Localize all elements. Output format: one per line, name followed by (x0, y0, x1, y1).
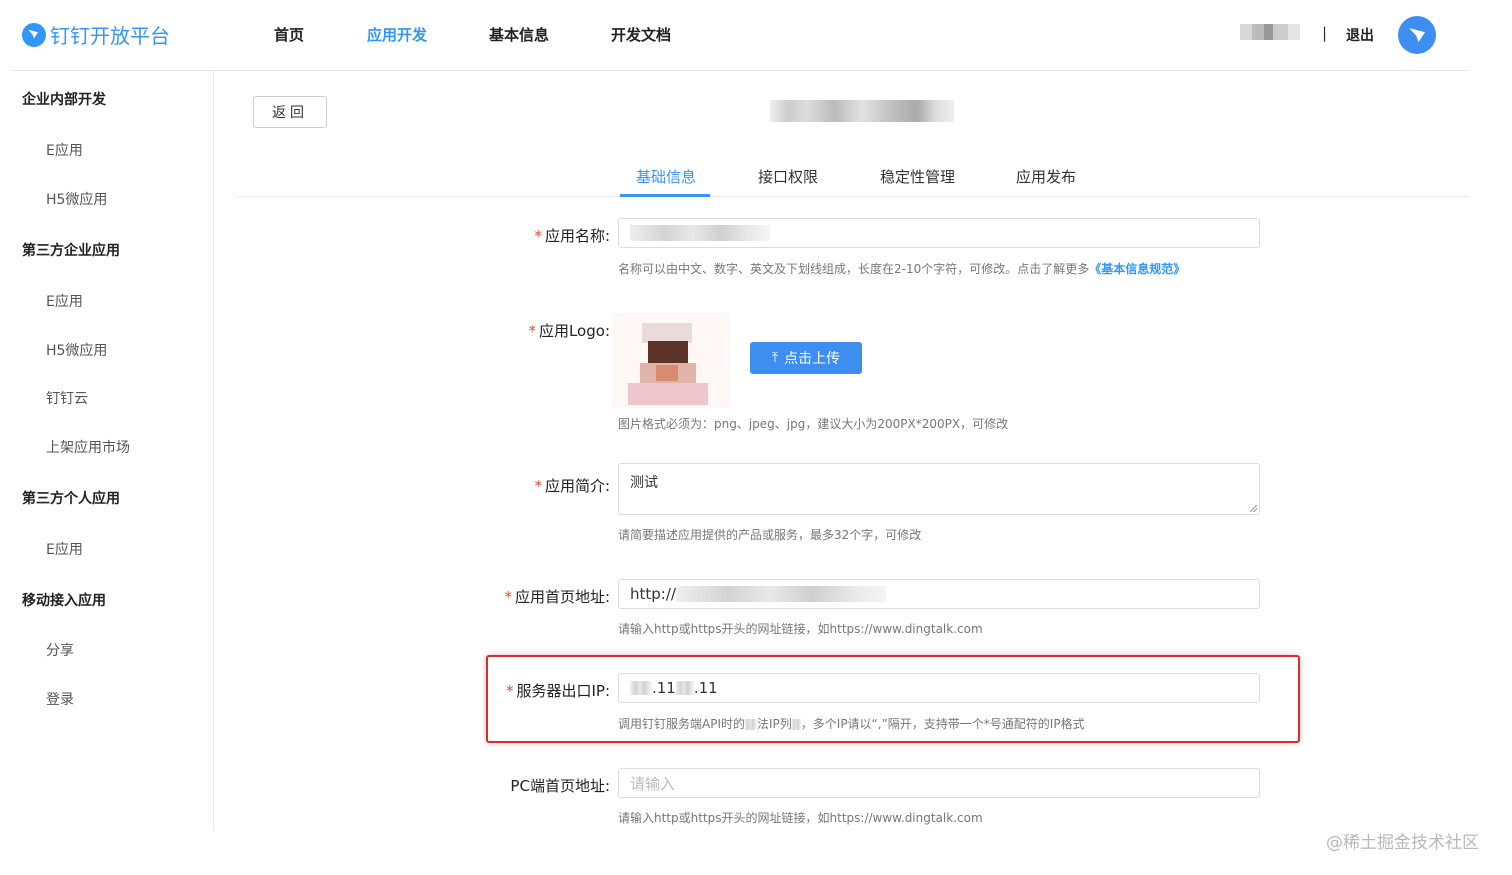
app-intro-textarea[interactable]: 测试 (618, 463, 1260, 515)
nav-dev-docs[interactable]: 开发文档 (611, 24, 671, 45)
ip-part-blurred-2 (675, 681, 694, 695)
basic-info-spec-link[interactable]: 《基本信息规范》 (1089, 262, 1185, 276)
server-ip-value-b: .11 (693, 679, 718, 697)
header-separator: | (1322, 24, 1328, 42)
app-logo-image (612, 313, 730, 408)
sidebar-item-market[interactable]: 上架应用市场 (46, 437, 130, 457)
active-tab-indicator (620, 194, 710, 197)
tab-stability[interactable]: 稳定性管理 (880, 166, 955, 187)
brand-name: 钉钉开放平台 (50, 24, 170, 48)
ip-part-blurred (630, 681, 652, 695)
homepage-label: * 应用首页地址: (504, 588, 610, 606)
user-avatar[interactable] (1398, 16, 1436, 54)
pc-homepage-placeholder: 请输入 (630, 774, 676, 793)
sidebar-item-third-h5[interactable]: H5微应用 (46, 340, 107, 360)
pc-homepage-input[interactable]: 请输入 (618, 768, 1260, 798)
server-ip-label: * 服务器出口IP: (505, 682, 610, 700)
tab-basic-info[interactable]: 基础信息 (636, 166, 696, 187)
server-ip-value-a: .11 (652, 679, 676, 697)
app-intro-hint: 请简要描述应用提供的产品或服务，最多32个字，可修改 (618, 528, 922, 542)
upload-icon: ⤒ (771, 350, 779, 366)
server-ip-input[interactable]: .11 .11 (618, 673, 1260, 703)
homepage-input[interactable]: http:// (618, 579, 1260, 609)
sidebar-item-dingcloud[interactable]: 钉钉云 (46, 388, 88, 408)
upload-button-label: 点击上传 (784, 351, 841, 367)
sidebar-item-third-eapp[interactable]: E应用 (46, 291, 83, 311)
username-blurred (1240, 24, 1300, 40)
nav-home[interactable]: 首页 (274, 24, 304, 45)
homepage-value: http:// (630, 585, 676, 603)
pc-homepage-label: PC端首页地址: (510, 777, 610, 795)
pc-homepage-hint: 请输入http或https开头的网址链接，如https://www.dingta… (618, 811, 983, 825)
sidebar-item-share[interactable]: 分享 (46, 640, 74, 660)
homepage-value-blurred (675, 586, 886, 602)
sidebar-item-internal-h5[interactable]: H5微应用 (46, 189, 107, 209)
app-name-value-blurred (630, 225, 770, 241)
tab-publish[interactable]: 应用发布 (1016, 166, 1076, 187)
sidebar-item-internal-eapp[interactable]: E应用 (46, 140, 83, 160)
app-title-blurred (770, 100, 954, 122)
app-name-input[interactable] (618, 218, 1260, 248)
nav-basic-info[interactable]: 基本信息 (489, 24, 549, 45)
upload-button[interactable]: ⤒ 点击上传 (750, 342, 862, 374)
tab-api-permissions[interactable]: 接口权限 (758, 166, 818, 187)
sidebar-item-login[interactable]: 登录 (46, 689, 74, 709)
app-logo-hint: 图片格式必须为：png、jpeg、jpg，建议大小为200PX*200PX，可修… (618, 417, 1009, 431)
sidebar-group-third-enterprise[interactable]: 第三方企业应用 (22, 240, 120, 260)
nav-app-dev[interactable]: 应用开发 (367, 24, 427, 45)
app-name-hint: 名称可以由中文、数字、英文及下划线组成，长度在2-10个字符，可修改。点击了解更… (618, 262, 1186, 276)
app-logo-label: * 应用Logo: (528, 322, 610, 340)
tabs-divider (237, 196, 1468, 197)
sidebar-group-internal[interactable]: 企业内部开发 (22, 89, 106, 109)
watermark: @稀土掘金技术社区 (1326, 833, 1479, 853)
app-name-label: * 应用名称: (534, 227, 610, 245)
sidebar-item-personal-eapp[interactable]: E应用 (46, 539, 83, 559)
brand-logo[interactable]: 钉钉开放平台 (22, 20, 170, 49)
dingtalk-logo-icon (22, 22, 46, 47)
app-intro-value: 测试 (630, 475, 658, 491)
logout-link[interactable]: 退出 (1346, 25, 1374, 45)
app-intro-label: * 应用简介: (534, 477, 610, 495)
resize-handle-icon[interactable] (1250, 505, 1257, 512)
back-button[interactable]: 返回 (253, 96, 327, 128)
server-ip-hint: 调用钉钉服务端API时的 法IP列 ，多个IP请以“,”隔开，支持带一个*号通配符的… (618, 717, 1085, 731)
sidebar-group-mobile[interactable]: 移动接入应用 (22, 590, 106, 610)
homepage-hint: 请输入http或https开头的网址链接，如https://www.dingta… (618, 622, 983, 636)
sidebar-group-third-personal[interactable]: 第三方个人应用 (22, 488, 120, 508)
